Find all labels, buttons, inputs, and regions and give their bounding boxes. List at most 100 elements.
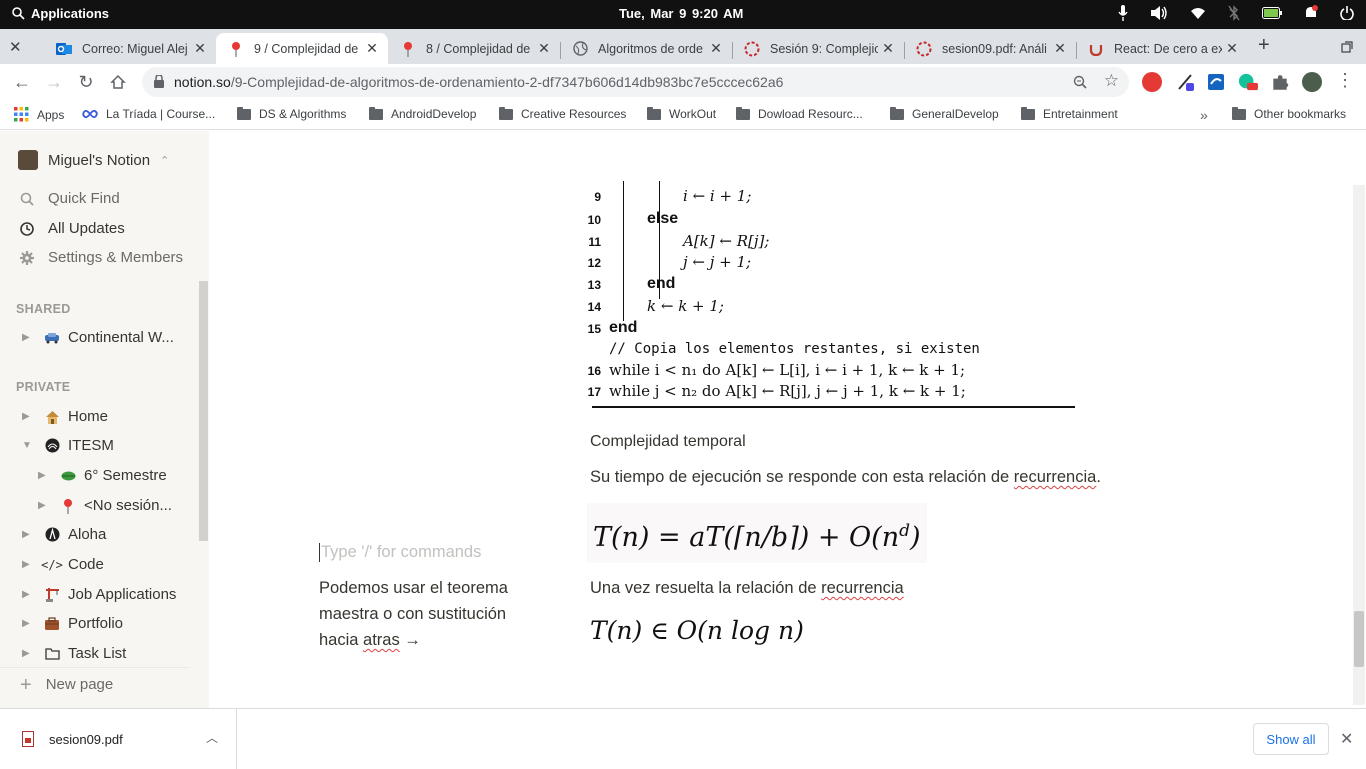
briefcase-icon [44,616,60,632]
aside-paragraph[interactable]: Podemos usar el teorema maestra o con su… [319,575,549,653]
show-all-button[interactable]: Show all [1253,723,1329,755]
sidebar-page-itesm[interactable]: ▼ ITESM [22,437,114,454]
bookmark-folder-generaldevelop[interactable]: GeneralDevelop [890,106,999,121]
sidebar-page-no-sesion[interactable]: ▶ <No sesión... [38,497,172,514]
close-window-icon[interactable]: ✕ [9,38,22,56]
algorithm-line: end [609,319,638,336]
all-updates[interactable]: All Updates [20,220,125,237]
bookmark-star-icon[interactable]: ☆ [1104,71,1119,91]
tab-close-icon[interactable]: ✕ [878,40,898,57]
sidebar-page-code[interactable]: ▶ </> Code [22,556,104,573]
new-page-button[interactable]: + New page [0,667,189,695]
bookmark-folder-dowload[interactable]: Dowload Resourc... [736,106,863,121]
solved-text: Una vez resuelta la relación de [590,579,822,597]
zoom-icon[interactable] [1073,75,1087,89]
sidebar-page-continental[interactable]: ▶ Continental W... [22,329,174,346]
tab-sesion-9[interactable]: Sesión 9: Complejic ✕ [732,33,905,64]
grammarly-extension-icon[interactable] [1238,72,1258,92]
wifi-icon[interactable] [1190,6,1206,20]
system-clock[interactable]: Tue, Mar 9 9:20 AM [619,6,743,21]
bookmark-folder-ds[interactable]: DS & Algorithms [237,106,346,121]
sidebar-page-job-applications[interactable]: ▶ Job Applications [22,586,176,603]
adblock-extension-icon[interactable] [1142,72,1162,92]
close-shelf-icon[interactable]: ✕ [1340,729,1353,749]
chrome-menu-icon[interactable]: ⋮ [1336,70,1354,91]
sidebar-scrollbar[interactable] [199,281,208,541]
algorithm-line: k ← k + 1; [647,297,724,315]
tab-react[interactable]: React: De cero a ex ✕ [1076,33,1248,64]
content-scrollbar[interactable] [1354,611,1364,667]
tab-complejidad-8[interactable]: 8 / Complejidad de ✕ [388,33,561,64]
bookmark-la-triada[interactable]: La Tríada | Course... [82,107,215,121]
pen-extension-icon[interactable] [1176,72,1196,92]
new-page-label: New page [45,676,114,693]
volume-icon[interactable] [1150,5,1168,21]
battery-icon[interactable] [1262,7,1282,19]
collapse-triangle-icon[interactable]: ▼ [22,440,34,451]
sidebar-page-label: Aloha [68,526,107,543]
tab-close-icon[interactable]: ✕ [706,40,726,57]
bookmark-apps[interactable]: Apps [14,107,64,122]
forward-icon[interactable]: → [42,70,66,94]
bookmark-folder-creative[interactable]: Creative Resources [499,106,626,121]
workspace-switcher[interactable]: Miguel's Notion ⌃ [18,150,169,170]
bookmark-folder-android[interactable]: AndroidDevelop [369,106,476,121]
bookmarks-bar: Apps La Tríada | Course... DS & Algorith… [0,100,1366,130]
tab-sesion09-pdf[interactable]: sesion09.pdf: Análi ✕ [904,33,1077,64]
expand-triangle-icon[interactable]: ▶ [22,618,34,629]
expand-triangle-icon[interactable]: ▶ [22,529,34,540]
bookmark-folder-entretainment[interactable]: Entretainment [1021,106,1118,121]
aside-word: atras [363,631,400,649]
sidebar-page-task-list[interactable]: ▶ Task List [22,645,126,662]
expand-triangle-icon[interactable]: ▶ [22,332,34,343]
recurrence-paragraph[interactable]: Su tiempo de ejecución se responde con e… [590,468,1101,487]
sidebar-page-portfolio[interactable]: ▶ Portfolio [22,615,123,632]
sidebar-page-home[interactable]: ▶ Home [22,408,108,425]
tab-close-icon[interactable]: ✕ [362,40,382,57]
microphone-icon[interactable] [1118,5,1128,21]
recurrence-formula-image: T(n) = aT(⌈n/b⌉) + O(nd) [587,503,927,563]
expand-triangle-icon[interactable]: ▶ [38,500,50,511]
expand-triangle-icon[interactable]: ▶ [22,559,34,570]
tab-close-icon[interactable]: ✕ [1050,40,1070,57]
expand-triangle-icon[interactable]: ▶ [22,411,34,422]
sidebar-page-aloha[interactable]: ▶ Aloha [22,526,106,543]
expand-triangle-icon[interactable]: ▶ [38,470,50,481]
extensions-puzzle-icon[interactable] [1270,72,1290,92]
tab-search-icon[interactable] [1341,41,1353,53]
tab-algoritmos[interactable]: Algoritmos de orde ✕ [560,33,733,64]
sidebar-page-6-semestre[interactable]: ▶ 6° Semestre [38,467,167,484]
reload-icon[interactable]: ↻ [74,70,98,94]
tab-correo[interactable]: Correo: Miguel Alej ✕ [44,33,216,64]
expand-triangle-icon[interactable]: ▶ [22,589,34,600]
new-tab-icon[interactable]: + [1258,34,1270,57]
screenshot-extension-icon[interactable] [1206,72,1226,92]
line-number: 15 [587,322,601,336]
applications-menu[interactable]: Applications [12,6,109,21]
folder-icon [1232,106,1246,120]
power-icon[interactable] [1340,6,1354,20]
solved-paragraph[interactable]: Una vez resuelta la relación de recurren… [590,579,904,598]
settings-members[interactable]: Settings & Members [20,249,183,266]
command-placeholder-input[interactable]: Type '/' for commands [319,543,481,562]
chevron-up-icon[interactable]: ︿ [206,729,218,746]
back-icon[interactable]: ← [10,70,34,94]
tab-close-icon[interactable]: ✕ [190,40,210,57]
tab-close-icon[interactable]: ✕ [1222,40,1242,57]
profile-avatar[interactable] [1302,72,1322,92]
complexity-heading[interactable]: Complejidad temporal [590,433,746,451]
download-item[interactable]: sesion09.pdf ︿ [0,709,237,769]
bookmark-folder-workout[interactable]: WorkOut [647,106,716,121]
bookmarks-overflow-icon[interactable]: » [1200,107,1208,123]
bookmark-other[interactable]: Other bookmarks [1232,106,1346,121]
home-icon[interactable] [106,70,130,94]
bluetooth-off-icon[interactable] [1228,5,1240,21]
address-bar[interactable]: notion.so/9-Complejidad-de-algoritmos-de… [142,67,1129,97]
notification-bell-icon[interactable] [1304,5,1318,21]
tab-close-icon[interactable]: ✕ [534,40,554,57]
download-filename: sesion09.pdf [49,731,123,747]
expand-triangle-icon[interactable]: ▶ [22,648,34,659]
lock-icon[interactable] [154,75,164,88]
quick-find[interactable]: Quick Find [20,190,120,207]
tab-complejidad-9[interactable]: 9 / Complejidad de ✕ [216,33,388,64]
